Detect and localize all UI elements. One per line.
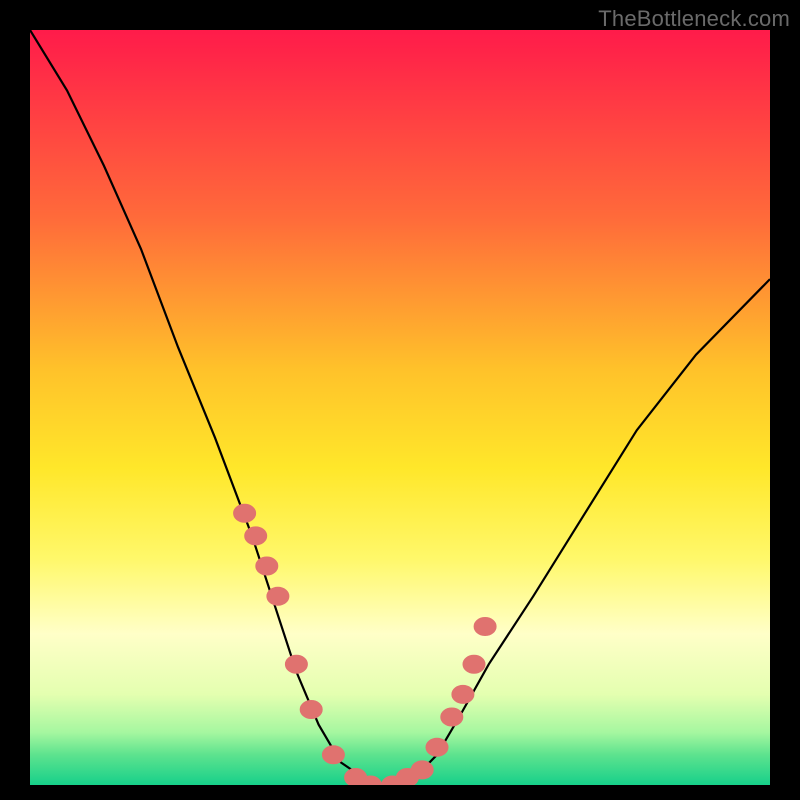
curve-marker (234, 504, 256, 522)
curve-marker (267, 587, 289, 605)
plot-area (30, 30, 770, 785)
curve-marker (474, 618, 496, 636)
bottleneck-curve-path (30, 30, 770, 785)
curve-marker (426, 738, 448, 756)
marker-group (234, 504, 497, 785)
curve-marker (322, 746, 344, 764)
curve-marker (411, 761, 433, 779)
curve-marker (441, 708, 463, 726)
curve-svg (30, 30, 770, 785)
curve-marker (463, 655, 485, 673)
curve-marker (285, 655, 307, 673)
chart-frame: TheBottleneck.com (0, 0, 800, 800)
watermark-text: TheBottleneck.com (598, 6, 790, 32)
curve-marker (245, 527, 267, 545)
curve-marker (300, 701, 322, 719)
curve-marker (452, 685, 474, 703)
curve-marker (256, 557, 278, 575)
